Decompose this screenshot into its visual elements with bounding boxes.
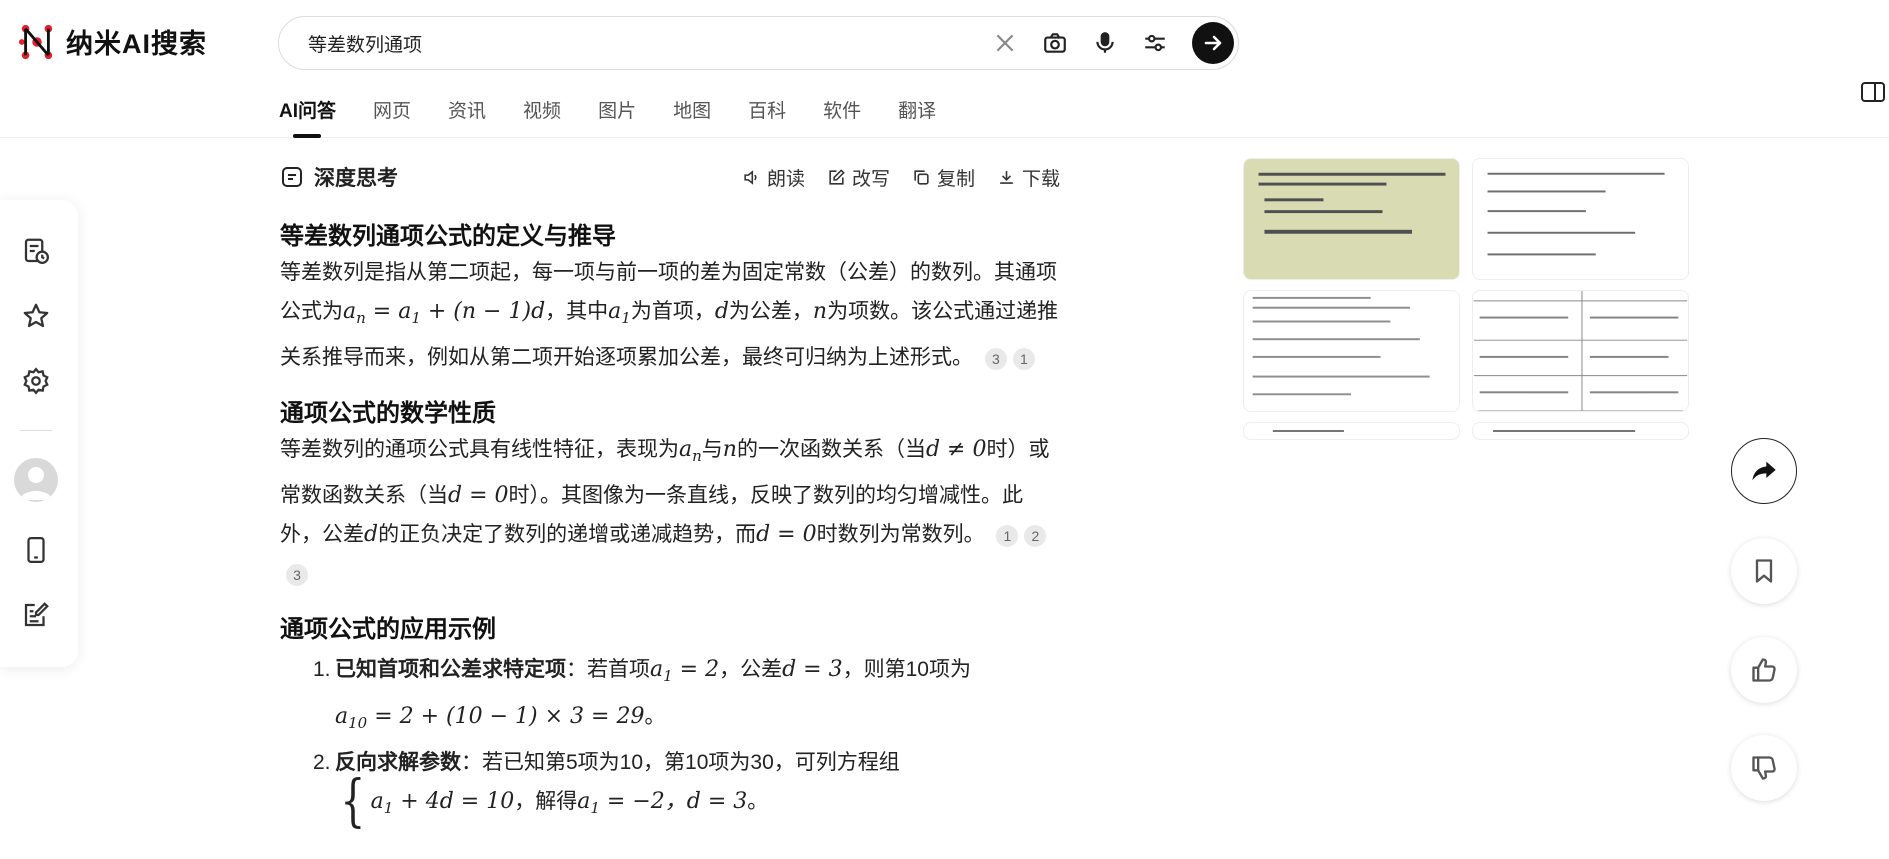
examples-list: 1. 已知首项和公差求特定项：若首项a1 = 2，公差d = 3，则第10项为 a… — [280, 650, 1060, 834]
list-item: 2. 反向求解参数：若已知第5项为10，第10项为30，可列方程组{a1 + 4… — [313, 750, 900, 834]
star-icon[interactable] — [19, 299, 53, 333]
edit-note-icon[interactable] — [19, 598, 53, 632]
deep-think-toggle[interactable]: 深度思考 — [280, 162, 398, 192]
tab-web[interactable]: 网页 — [373, 96, 411, 137]
app-title: 纳米AI搜索 — [66, 29, 207, 59]
answer-toolbar: 深度思考 朗读 改写 复制 下载 — [280, 160, 1060, 194]
tab-maps[interactable]: 地图 — [673, 96, 711, 137]
phone-icon[interactable] — [19, 533, 53, 567]
section-title-examples: 通项公式的应用示例 — [280, 616, 496, 644]
bookmark-icon — [1755, 559, 1773, 583]
gear-icon[interactable] — [19, 364, 53, 398]
avatar[interactable] — [14, 458, 58, 502]
deep-think-label: 深度思考 — [314, 167, 398, 190]
history-icon[interactable] — [19, 234, 53, 268]
share-icon — [1752, 461, 1776, 481]
search-input[interactable] — [279, 32, 990, 54]
pencil-square-icon — [829, 168, 845, 185]
thumbs-up-icon — [1752, 658, 1776, 682]
bookmark-button[interactable] — [1731, 538, 1797, 604]
image-thumbnail[interactable] — [1472, 290, 1689, 412]
tab-images[interactable]: 图片 — [598, 96, 636, 137]
deep-think-icon — [282, 167, 302, 187]
image-thumbnail[interactable] — [1243, 422, 1460, 440]
speaker-icon — [744, 169, 757, 185]
filter-icon[interactable] — [1140, 28, 1170, 58]
search-submit-button[interactable] — [1192, 22, 1234, 64]
tab-ai-answer[interactable]: AI问答 — [279, 96, 336, 138]
search-tabs: AI问答 网页 资讯 视频 图片 地图 百科 软件 翻译 — [279, 96, 973, 138]
top-header: 纳米AI搜索 AI问答 网页 资讯 视频 图片 地图 百 — [0, 0, 1889, 138]
thumbs-down-button[interactable] — [1731, 735, 1797, 801]
thumbs-up-button[interactable] — [1731, 637, 1797, 703]
citation-badge[interactable]: 3 — [286, 563, 308, 586]
search-box[interactable] — [278, 16, 1239, 70]
copy-icon — [914, 169, 929, 185]
image-results — [1243, 140, 1689, 440]
image-thumbnail[interactable] — [1472, 158, 1689, 280]
camera-icon[interactable] — [1040, 28, 1070, 58]
tab-news[interactable]: 资讯 — [448, 96, 486, 137]
rail-divider — [20, 430, 52, 431]
tab-encyclopedia[interactable]: 百科 — [748, 96, 786, 137]
section-body-properties: 等差数列的通项公式具有线性特征，表现为an与n的一次函数关系（当d ≠ 0时）或… — [280, 430, 1060, 593]
list-item: 1. 已知首项和公差求特定项：若首项a1 = 2，公差d = 3，则第10项为 a… — [313, 657, 971, 732]
read-aloud-button[interactable]: 朗读 — [742, 164, 805, 191]
image-thumbnail[interactable] — [1243, 290, 1460, 412]
download-button[interactable]: 下载 — [997, 164, 1060, 191]
section-title-properties: 通项公式的数学性质 — [280, 400, 496, 428]
tab-video[interactable]: 视频 — [523, 96, 561, 137]
section-body-definition: 等差数列是指从第二项起，每一项与前一项的差为固定常数（公差）的数列。其通项公式为… — [280, 261, 1059, 370]
clear-icon[interactable] — [990, 28, 1020, 58]
image-thumbnail[interactable] — [1472, 422, 1689, 440]
tab-software[interactable]: 软件 — [823, 96, 861, 137]
download-icon — [1000, 170, 1013, 184]
citation-badge[interactable]: 1 — [996, 524, 1019, 547]
section-title-definition: 等差数列通项公式的定义与推导 — [280, 223, 616, 250]
ai-answer: 深度思考 朗读 改写 复制 下载 等差数列通项公式的定义与推导 等差数列是指从第… — [280, 160, 1060, 834]
citation-badge[interactable]: 3 — [984, 347, 1007, 370]
nano-logo-icon — [18, 24, 53, 59]
share-button[interactable] — [1731, 438, 1797, 504]
microphone-icon[interactable] — [1090, 28, 1120, 58]
sidebar-toggle-icon[interactable] — [1860, 80, 1886, 104]
thumbs-down-icon — [1752, 756, 1776, 780]
tab-translate[interactable]: 翻译 — [898, 96, 936, 137]
rewrite-button[interactable]: 改写 — [827, 164, 890, 191]
copy-button[interactable]: 复制 — [912, 164, 975, 191]
image-thumbnail[interactable] — [1243, 158, 1460, 280]
citation-badge[interactable]: 2 — [1024, 524, 1047, 547]
left-rail — [0, 200, 78, 667]
arrow-right-icon — [1204, 35, 1222, 51]
citation-badge[interactable]: 1 — [1012, 347, 1035, 370]
app-logo[interactable]: 纳米AI搜索 — [18, 22, 207, 61]
